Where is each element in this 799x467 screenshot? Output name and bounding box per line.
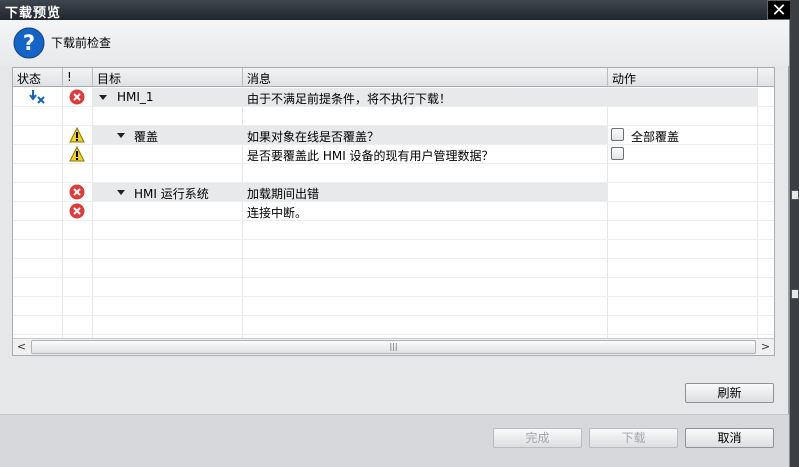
svg-text:?: ?: [23, 31, 35, 55]
column-severity[interactable]: !: [63, 68, 93, 87]
table-row[interactable]: 覆盖 如果对象在线是否覆盖？ 全部覆盖: [13, 126, 774, 145]
overwrite-all-label: 全部覆盖: [631, 130, 680, 144]
table-header: 状态 ! 目标 消息 动作: [13, 68, 774, 87]
scroll-right-button[interactable]: >: [757, 339, 774, 355]
refresh-button[interactable]: 刷新: [685, 383, 774, 403]
table-row: [13, 164, 774, 183]
download-preview-dialog: 下载预览 ✕ ? 下载前检查 状态 ! 目标 消息 动作 HMI_1 由于不满足…: [0, 0, 791, 467]
warning-icon: [69, 146, 85, 162]
table-row[interactable]: HMI_1 由于不满足前提条件，将不执行下载！: [13, 88, 774, 107]
table-row: [13, 316, 774, 335]
download-button[interactable]: 下载: [589, 428, 678, 448]
overwrite-user-data-checkbox[interactable]: [611, 147, 624, 160]
question-icon: ?: [13, 27, 45, 59]
background-window-edge: [790, 0, 799, 467]
expand-icon[interactable]: [117, 190, 125, 195]
table-row[interactable]: 是否要覆盖此 HMI 设备的现有用户管理数据？: [13, 145, 774, 164]
check-results-table: 状态 ! 目标 消息 动作 HMI_1 由于不满足前提条件，将不执行下载！ 覆盖…: [12, 67, 775, 356]
row-target: HMI_1: [117, 90, 154, 104]
dialog-footer: 完成 下载 取消: [0, 414, 789, 467]
column-target[interactable]: 目标: [93, 68, 243, 87]
row-target: 覆盖: [134, 130, 159, 144]
table-row: [13, 221, 774, 240]
overwrite-all-checkbox[interactable]: [611, 128, 624, 141]
horizontal-scrollbar[interactable]: < ||| >: [13, 338, 774, 355]
row-message: 由于不满足前提条件，将不执行下载！: [247, 92, 452, 106]
finish-button[interactable]: 完成: [493, 428, 582, 448]
row-target: HMI 运行系统: [134, 187, 209, 201]
column-message[interactable]: 消息: [243, 68, 608, 87]
error-icon: [69, 89, 85, 105]
column-status[interactable]: 状态: [13, 68, 63, 87]
close-button[interactable]: ✕: [767, 0, 791, 21]
warning-icon: [69, 127, 85, 143]
header-title: 下载前检查: [51, 36, 112, 50]
column-filler: [758, 68, 774, 87]
row-message: 加载期间出错: [247, 187, 320, 201]
background-window-marker: [791, 190, 799, 200]
table-row[interactable]: 连接中断。: [13, 202, 774, 221]
expand-icon[interactable]: [117, 133, 125, 138]
column-action[interactable]: 动作: [608, 68, 758, 87]
row-message: 是否要覆盖此 HMI 设备的现有用户管理数据？: [247, 149, 494, 163]
row-message: 连接中断。: [247, 206, 308, 220]
row-message: 如果对象在线是否覆盖？: [247, 130, 380, 144]
scroll-left-button[interactable]: <: [13, 339, 30, 355]
table-row: [13, 297, 774, 316]
table-row[interactable]: HMI 运行系统 加载期间出错: [13, 183, 774, 202]
download-status-icon: [29, 90, 45, 104]
scroll-thumb[interactable]: |||: [31, 340, 756, 354]
error-icon: [69, 203, 85, 219]
table-row: [13, 240, 774, 259]
table-row: [13, 107, 774, 126]
close-icon: ✕: [771, 0, 787, 21]
window-title: 下载预览: [0, 0, 789, 21]
background-window-marker: [791, 289, 799, 299]
dialog-header: ? 下载前检查: [0, 20, 789, 66]
expand-icon[interactable]: [99, 95, 107, 100]
error-icon: [69, 184, 85, 200]
cancel-button[interactable]: 取消: [685, 428, 774, 448]
table-row: [13, 278, 774, 297]
table-row: [13, 259, 774, 278]
